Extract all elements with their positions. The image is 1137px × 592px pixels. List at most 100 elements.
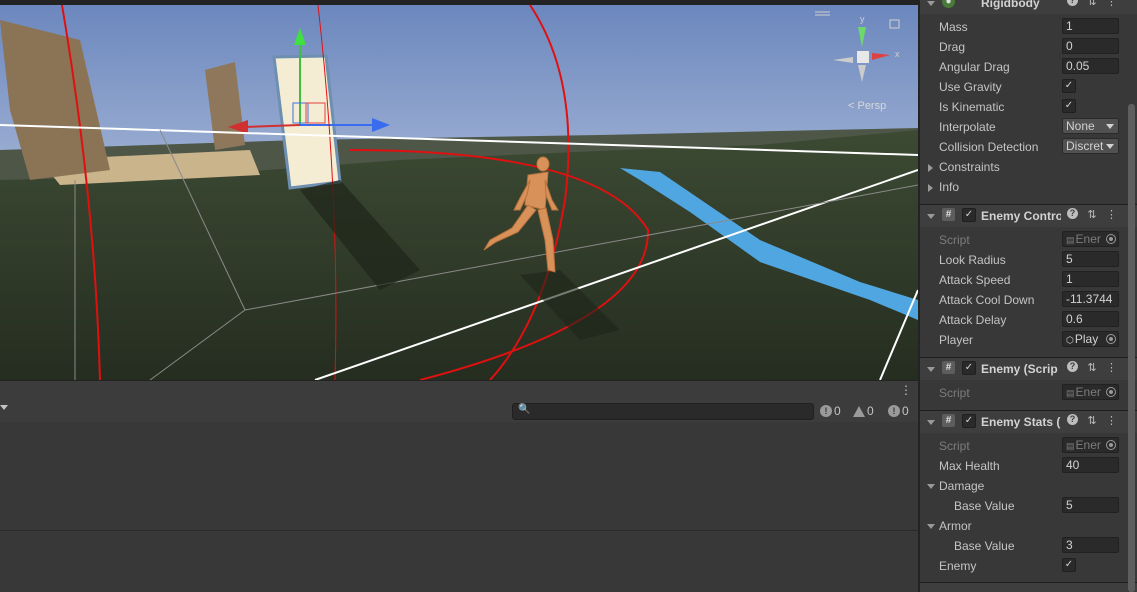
interpolate-row: Interpolate None (920, 117, 1137, 137)
collision-detection-dropdown[interactable]: Discret (1062, 138, 1119, 154)
enemy-checkbox[interactable]: ✓ (1062, 558, 1076, 572)
object-picker-icon[interactable] (1106, 334, 1116, 344)
fold-arrow-icon[interactable] (928, 164, 933, 172)
more-icon[interactable]: ⋮ (1106, 0, 1117, 8)
is-kinematic-label: Is Kinematic (939, 100, 1005, 114)
constraints-foldout[interactable]: Constraints (920, 157, 1137, 177)
script-file-icon: ▤ (1066, 388, 1075, 398)
preset-icon[interactable]: ⇅ (1087, 414, 1096, 427)
fold-arrow-icon[interactable] (927, 1, 935, 6)
object-picker-icon (1106, 440, 1116, 450)
info-foldout[interactable]: Info (920, 177, 1137, 197)
component-title: Enemy (Scrip (981, 362, 1058, 376)
is-kinematic-row: Is Kinematic ✓ (920, 97, 1137, 117)
constraints-label: Constraints (939, 160, 1000, 174)
object-picker-icon (1106, 234, 1116, 244)
svg-text:x: x (895, 49, 900, 59)
armor-base-value-row: Base Value 3 (920, 536, 1137, 556)
look-radius-field[interactable]: 5 (1062, 251, 1119, 267)
component-title: Enemy Contro (981, 209, 1061, 223)
damage-base-value-field[interactable]: 5 (1062, 497, 1119, 513)
drag-field[interactable]: 0 (1062, 38, 1119, 54)
attack-speed-field[interactable]: 1 (1062, 271, 1119, 287)
scene-view[interactable]: y x < Persp (0, 0, 918, 380)
scene-render[interactable]: y x (0, 0, 918, 380)
console-log-list[interactable] (0, 422, 918, 592)
preset-icon[interactable]: ⇅ (1087, 361, 1096, 374)
enable-checkbox[interactable]: ✓ (962, 361, 976, 375)
angular-drag-label: Angular Drag (939, 60, 1010, 74)
use-gravity-label: Use Gravity (939, 80, 1002, 94)
help-icon[interactable]: ? (1067, 361, 1078, 372)
fold-arrow-icon[interactable] (927, 524, 935, 529)
use-gravity-checkbox[interactable]: ✓ (1062, 79, 1076, 93)
projection-toggle[interactable]: < Persp (848, 100, 886, 112)
armor-foldout[interactable]: Armor (920, 516, 1137, 536)
more-icon[interactable]: ⋮ (1106, 361, 1117, 374)
damage-foldout[interactable]: Damage (920, 476, 1137, 496)
help-icon[interactable]: ? (1067, 208, 1078, 219)
collision-detection-label: Collision Detection (939, 140, 1039, 154)
interpolate-dropdown[interactable]: None (1062, 118, 1119, 134)
info-count-toggle[interactable]: ! 0 (820, 403, 841, 419)
more-icon[interactable]: ⋮ (1106, 208, 1117, 221)
more-icon[interactable]: ⋮ (1106, 414, 1117, 427)
attack-cool-down-field[interactable]: -11.3744 (1062, 291, 1119, 307)
fold-arrow-icon[interactable] (928, 184, 933, 192)
rigidbody-header[interactable]: ● Rigidbody ? ⇅ ⋮ (920, 0, 1137, 14)
inspector-scrollbar[interactable] (1128, 104, 1135, 592)
component-title: Enemy Stats ( (981, 415, 1061, 429)
script-field: ▤Ener (1062, 231, 1119, 247)
console-divider[interactable] (0, 530, 918, 531)
player-row: Player ⬡Play (920, 330, 1137, 350)
enable-checkbox[interactable]: ✓ (962, 208, 976, 222)
interpolate-label: Interpolate (939, 120, 996, 134)
mass-row: Mass 1 (920, 17, 1137, 37)
enemy-script-header[interactable]: # ✓ Enemy (Scrip ? ⇅ ⋮ (920, 357, 1137, 380)
enemy-controller-header[interactable]: # ✓ Enemy Contro ? ⇅ ⋮ (920, 204, 1137, 227)
console-toolbar (0, 380, 918, 401)
enemy-label: Enemy (939, 559, 977, 573)
console-search-input[interactable]: 🔍 (512, 403, 814, 420)
more-icon[interactable]: ⋮ (900, 383, 912, 397)
fold-arrow-icon[interactable] (927, 367, 935, 372)
preset-icon[interactable]: ⇅ (1087, 0, 1096, 8)
help-icon[interactable]: ? (1067, 0, 1078, 6)
fold-arrow-icon[interactable] (927, 214, 935, 219)
preset-icon[interactable]: ⇅ (1087, 208, 1096, 221)
inspector-panel: ● Rigidbody ? ⇅ ⋮ Mass 1 Drag 0 Angular Dr… (918, 0, 1137, 592)
look-radius-row: Look Radius 5 (920, 250, 1137, 270)
script-label: Script (939, 233, 970, 247)
enable-checkbox[interactable]: ✓ (962, 414, 976, 428)
clear-dropdown-icon[interactable] (0, 405, 8, 410)
is-kinematic-checkbox[interactable]: ✓ (1062, 99, 1076, 113)
damage-base-value-row: Base Value 5 (920, 496, 1137, 516)
enemy-stats-header[interactable]: # ✓ Enemy Stats ( ? ⇅ ⋮ (920, 410, 1137, 433)
error-icon: ! (888, 405, 900, 417)
attack-delay-field[interactable]: 0.6 (1062, 311, 1119, 327)
script-field: ▤Ener (1062, 437, 1119, 453)
attack-delay-row: Attack Delay 0.6 (920, 310, 1137, 330)
fold-arrow-icon[interactable] (927, 484, 935, 489)
search-icon: 🔍 (518, 404, 531, 415)
script-row: Script ▤Ener (920, 436, 1137, 456)
help-icon[interactable]: ? (1067, 414, 1078, 425)
warning-count-toggle[interactable]: 0 (853, 403, 874, 419)
script-label: Script (939, 439, 970, 453)
fold-arrow-icon[interactable] (927, 420, 935, 425)
armor-base-value-field[interactable]: 3 (1062, 537, 1119, 553)
mass-field[interactable]: 1 (1062, 18, 1119, 34)
collision-detection-row: Collision Detection Discret (920, 137, 1137, 157)
player-field[interactable]: ⬡Play (1062, 331, 1119, 347)
angular-drag-field[interactable]: 0.05 (1062, 58, 1119, 74)
base-value-label: Base Value (954, 499, 1015, 513)
player-label: Player (939, 333, 974, 347)
attack-speed-row: Attack Speed 1 (920, 270, 1137, 290)
next-component-header[interactable] (920, 582, 1137, 592)
max-health-field[interactable]: 40 (1062, 457, 1119, 473)
rigidbody-icon: ● (942, 0, 955, 8)
error-count-toggle[interactable]: ! 0 (888, 403, 909, 419)
warning-count: 0 (867, 404, 874, 418)
drag-row: Drag 0 (920, 37, 1137, 57)
gameobject-icon: ⬡ (1066, 335, 1074, 345)
